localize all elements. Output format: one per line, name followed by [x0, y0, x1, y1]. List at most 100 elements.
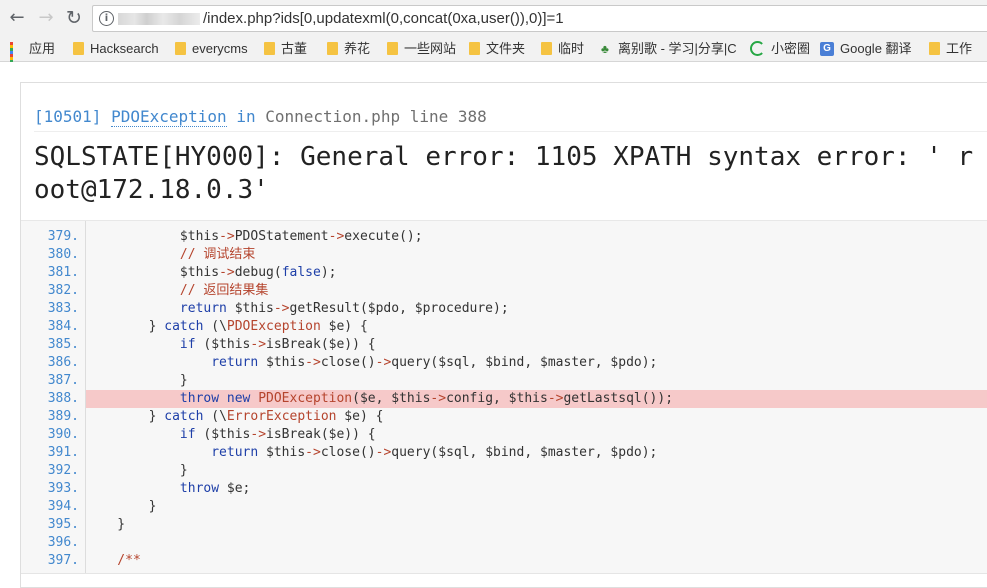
- redacted-host: [118, 13, 200, 25]
- bookmark-xiaomiquan[interactable]: 小密圈: [750, 40, 810, 58]
- code-text: // 调试结束: [86, 247, 256, 262]
- bookmark-label: 临时: [558, 41, 585, 56]
- line-number: 397.: [47, 553, 79, 568]
- reload-icon[interactable]: ↻: [63, 7, 85, 29]
- line-number: 391.: [47, 445, 79, 460]
- bookmark-label: 应用: [29, 41, 56, 56]
- code-text: }: [86, 463, 188, 478]
- address-bar[interactable]: i /index.php?ids[0,updatexml(0,concat(0x…: [92, 5, 987, 32]
- code-line: 396.: [21, 534, 987, 552]
- code-text: // 返回结果集: [86, 283, 269, 298]
- code-line: 386. return $this->close()->query($sql, …: [21, 354, 987, 372]
- code-line: 382. // 返回结果集: [21, 282, 987, 300]
- code-line: 381. $this->debug(false);: [21, 264, 987, 282]
- exception-class-link[interactable]: PDOException: [111, 107, 227, 127]
- code-text: throw $e;: [179, 481, 251, 496]
- line-number: 389.: [47, 409, 79, 424]
- bookmark-google-translate[interactable]: G Google 翻译: [820, 40, 912, 58]
- code-line: 385. if ($this->isBreak($e)) {: [21, 336, 987, 354]
- code-line: 384. } catch (\PDOException $e) {: [21, 318, 987, 336]
- line-number: 394.: [47, 499, 79, 514]
- code-line: 387. }: [21, 372, 987, 390]
- bookmark-temp[interactable]: 临时: [541, 40, 584, 58]
- line-number: 379.: [47, 229, 79, 244]
- code-line: 392. }: [21, 462, 987, 480]
- bookmark-everycms[interactable]: everycms: [175, 40, 248, 58]
- line-number: 390.: [47, 427, 79, 442]
- forward-arrow-icon[interactable]: →: [35, 7, 57, 29]
- bookmark-gudong[interactable]: 古董: [264, 40, 307, 58]
- line-number: 385.: [47, 337, 79, 352]
- bookmark-hacksearch[interactable]: Hacksearch: [73, 40, 159, 58]
- code-text: /**: [86, 553, 141, 568]
- bookmark-work[interactable]: 工作: [929, 40, 972, 58]
- exception-header: [10501] PDOException in Connection.php l…: [21, 83, 987, 220]
- line-number: 392.: [47, 463, 79, 478]
- divider: [21, 573, 987, 574]
- bookmark-websites[interactable]: 一些网站: [387, 40, 456, 58]
- code-text: return $this->close()->query($sql, $bind…: [211, 355, 658, 370]
- exception-summary: [10501] PDOException in Connection.php l…: [34, 107, 487, 127]
- folder-icon: [73, 42, 84, 56]
- bookmark-label: 小密圈: [771, 41, 811, 56]
- line-number: 381.: [47, 265, 79, 280]
- code-text: if ($this->isBreak($e)) {: [179, 427, 376, 442]
- code-text: $this->PDOStatement->execute();: [86, 229, 423, 244]
- code-line: 389. } catch (\ErrorException $e) {: [21, 408, 987, 426]
- bookmark-libiege[interactable]: ♣ 离别歌 - 学习|分享|C: [601, 40, 737, 58]
- line-number: 383.: [47, 301, 79, 316]
- page-content: [10501] PDOException in Connection.php l…: [0, 62, 987, 588]
- code-text: $this->debug(false);: [86, 265, 337, 280]
- exception-file: Connection.php: [265, 107, 401, 126]
- line-number: 384.: [47, 319, 79, 334]
- code-line: 383. return $this->getResult($pdo, $proc…: [21, 300, 987, 318]
- code-text: return $this->getResult($pdo, $procedure…: [179, 301, 509, 316]
- bookmark-apps[interactable]: 应用: [10, 40, 56, 70]
- folder-icon: [327, 42, 338, 56]
- in-word: in: [236, 107, 256, 126]
- line-number: 386.: [47, 355, 79, 370]
- exception-message: SQLSTATE[HY000]: General error: 1105 XPA…: [34, 142, 974, 205]
- code-text: }: [86, 517, 126, 532]
- url-text[interactable]: /index.php?ids[0,updatexml(0,concat(0xa,…: [203, 10, 564, 27]
- bookmark-label: 离别歌 - 学习|分享|C: [618, 41, 737, 56]
- bookmark-label: 文件夹: [486, 41, 526, 56]
- code-line: 394. }: [21, 498, 987, 516]
- circle-icon: [750, 41, 765, 57]
- line-number: 388.: [47, 391, 79, 406]
- exception-line: 388: [457, 107, 487, 126]
- bookmark-folder[interactable]: 文件夹: [469, 40, 525, 58]
- folder-icon: [387, 42, 398, 56]
- code-line: 393. throw $e;: [21, 480, 987, 498]
- code-text: } catch (\PDOException $e) {: [86, 319, 368, 334]
- line-number: 380.: [47, 247, 79, 262]
- folder-icon: [929, 42, 940, 56]
- line-number: 396.: [47, 535, 79, 550]
- line-word: line: [409, 107, 449, 126]
- code-line: 388. throw new PDOException($e, $this->c…: [21, 390, 987, 408]
- code-line: 380. // 调试结束: [21, 246, 987, 264]
- apps-icon: [10, 42, 23, 70]
- code-line: 391. return $this->close()->query($sql, …: [21, 444, 987, 462]
- code-text: return $this->close()->query($sql, $bind…: [211, 445, 658, 460]
- line-number: 393.: [47, 481, 79, 496]
- bookmark-label: 一些网站: [404, 41, 457, 56]
- bookmarks-bar: 应用 Hacksearch everycms 古董 养花 一些网站 文件夹 临时…: [0, 36, 987, 70]
- divider: [34, 131, 987, 132]
- folder-icon: [264, 42, 275, 56]
- line-number: 387.: [47, 373, 79, 388]
- code-line: 379. $this->PDOStatement->execute();: [21, 228, 987, 246]
- bookmark-yanghua[interactable]: 养花: [327, 40, 370, 58]
- bookmark-label: everycms: [192, 41, 248, 56]
- folder-icon: [541, 42, 552, 56]
- plant-icon: ♣: [601, 41, 609, 56]
- info-icon[interactable]: i: [99, 11, 114, 26]
- line-number: 395.: [47, 517, 79, 532]
- exception-panel: [10501] PDOException in Connection.php l…: [20, 82, 987, 588]
- code-text: if ($this->isBreak($e)) {: [179, 337, 376, 352]
- back-arrow-icon[interactable]: ←: [6, 7, 28, 29]
- browser-toolbar: ← → ↻ i /index.php?ids[0,updatexml(0,con…: [0, 0, 987, 36]
- code-line: 390. if ($this->isBreak($e)) {: [21, 426, 987, 444]
- code-line: 397. /**: [21, 552, 987, 570]
